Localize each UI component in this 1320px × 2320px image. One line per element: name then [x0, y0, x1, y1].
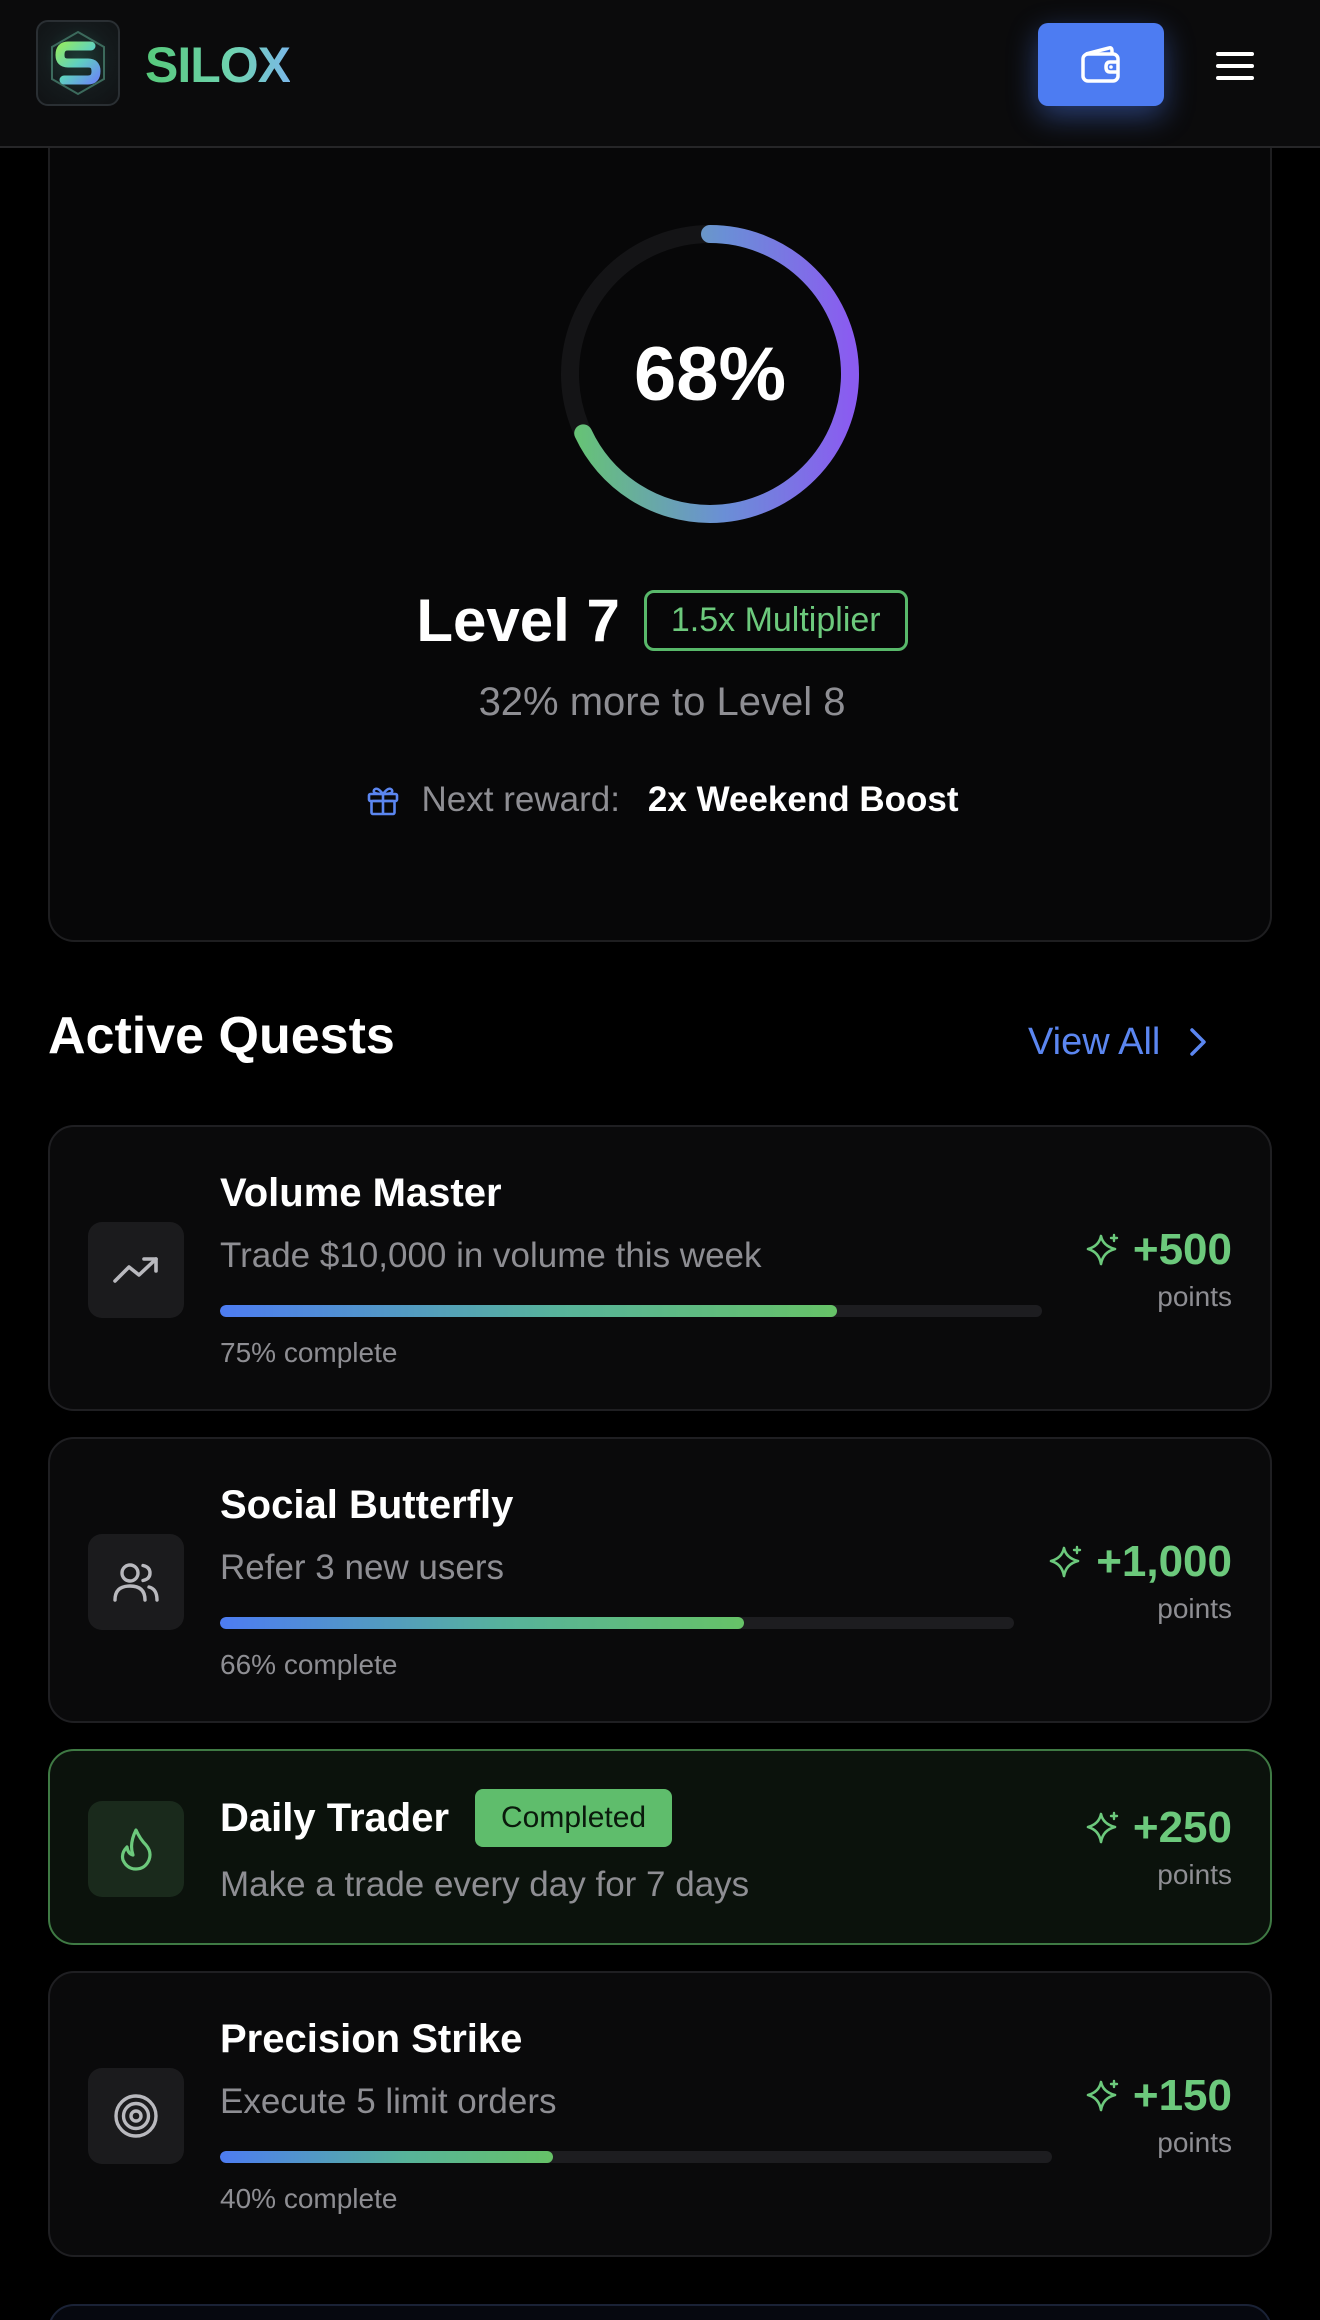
quest-card-volume-master[interactable]: Volume Master Trade $10,000 in volume th… — [48, 1125, 1272, 1411]
quest-card-daily-trader[interactable]: Daily Trader Completed Make a trade ever… — [48, 1749, 1272, 1945]
quest-points-unit: points — [1157, 1859, 1232, 1890]
hamburger-menu-icon — [1216, 52, 1254, 80]
flame-icon — [88, 1801, 184, 1897]
quest-progress-label: 40% complete — [220, 2183, 398, 2214]
multiplier-badge: 1.5x Multiplier — [643, 589, 908, 651]
silox-logo-icon[interactable] — [36, 20, 120, 106]
level-title: Level 7 — [416, 586, 620, 654]
level-row: Level 7 1.5x Multiplier — [50, 578, 1274, 662]
level-progress-ring: 68% — [558, 222, 862, 526]
quest-points-unit: points — [1157, 2127, 1232, 2158]
sparkle-icon — [1086, 1233, 1119, 1266]
quest-points-value: +1,000 — [1096, 1537, 1232, 1586]
quest-points: +1,000 points — [1048, 1537, 1232, 1625]
next-reward-value: 2x Weekend Boost — [647, 780, 959, 819]
completed-badge: Completed — [475, 1789, 673, 1847]
view-all-link[interactable]: View All — [1028, 1012, 1208, 1072]
trending-up-icon — [88, 1222, 184, 1318]
next-reward-label: Next reward: — [421, 780, 620, 819]
next-reward-row: Next reward: 2x Weekend Boost — [50, 770, 1274, 830]
quest-progress-bar — [220, 1617, 1014, 1629]
quest-points: +150 points — [1085, 2071, 1232, 2159]
progress-percent: 68% — [633, 331, 787, 417]
quest-progress-label: 75% complete — [220, 1337, 398, 1368]
quest-card-precision-strike[interactable]: Precision Strike Execute 5 limit orders … — [48, 1971, 1272, 2257]
sparkle-icon — [1086, 1811, 1119, 1844]
users-icon — [88, 1534, 184, 1630]
quest-points: +250 points — [1085, 1803, 1232, 1891]
chevron-right-icon — [1190, 1028, 1207, 1056]
quest-points-unit: points — [1157, 1593, 1232, 1624]
target-icon — [88, 2068, 184, 2164]
quest-points-value: +150 — [1132, 2071, 1232, 2120]
sparkle-icon — [1049, 1545, 1082, 1578]
quest-points: +500 points — [1085, 1225, 1232, 1313]
quest-description: Refer 3 new users — [220, 1548, 505, 1587]
sparkle-icon — [1086, 2079, 1119, 2112]
gift-icon — [367, 787, 398, 816]
quest-progress-bar — [220, 1305, 1042, 1317]
menu-button[interactable] — [1200, 40, 1270, 92]
wallet-icon — [1081, 45, 1120, 83]
top-header: SILOX — [0, 0, 1320, 148]
quest-description: Trade $10,000 in volume this week — [220, 1236, 762, 1275]
quest-progress-fill — [220, 1305, 837, 1317]
next-level-remaining: 32% more to Level 8 — [478, 680, 846, 724]
quest-points-value: +500 — [1132, 1225, 1232, 1274]
quest-title-row: Daily Trader Completed — [220, 1789, 673, 1847]
quest-points-unit: points — [1157, 1281, 1232, 1312]
quest-description: Make a trade every day for 7 days — [220, 1865, 750, 1904]
quest-progress-fill — [220, 1617, 745, 1629]
active-quests-title: Active Quests — [48, 1007, 395, 1065]
brand-name: SILOX — [145, 37, 291, 93]
quest-title: Social Butterfly — [220, 1483, 514, 1527]
view-all-label: View All — [1028, 1020, 1161, 1063]
wallet-button[interactable] — [1038, 23, 1164, 106]
quest-progress-bar — [220, 2151, 1052, 2163]
quest-description: Execute 5 limit orders — [220, 2082, 557, 2121]
level-progress-card: 68% Level 7 1.5x Multiplier 32% more to … — [48, 100, 1272, 942]
next-card-partial — [48, 2304, 1272, 2320]
quest-points-value: +250 — [1132, 1803, 1232, 1852]
quest-progress-label: 66% complete — [220, 1649, 398, 1680]
quest-title: Volume Master — [220, 1171, 502, 1215]
quest-progress-fill — [220, 2151, 553, 2163]
quest-title: Precision Strike — [220, 2017, 523, 2061]
quest-title: Daily Trader — [220, 1795, 450, 1840]
quest-card-social-butterfly[interactable]: Social Butterfly Refer 3 new users 66% c… — [48, 1437, 1272, 1723]
